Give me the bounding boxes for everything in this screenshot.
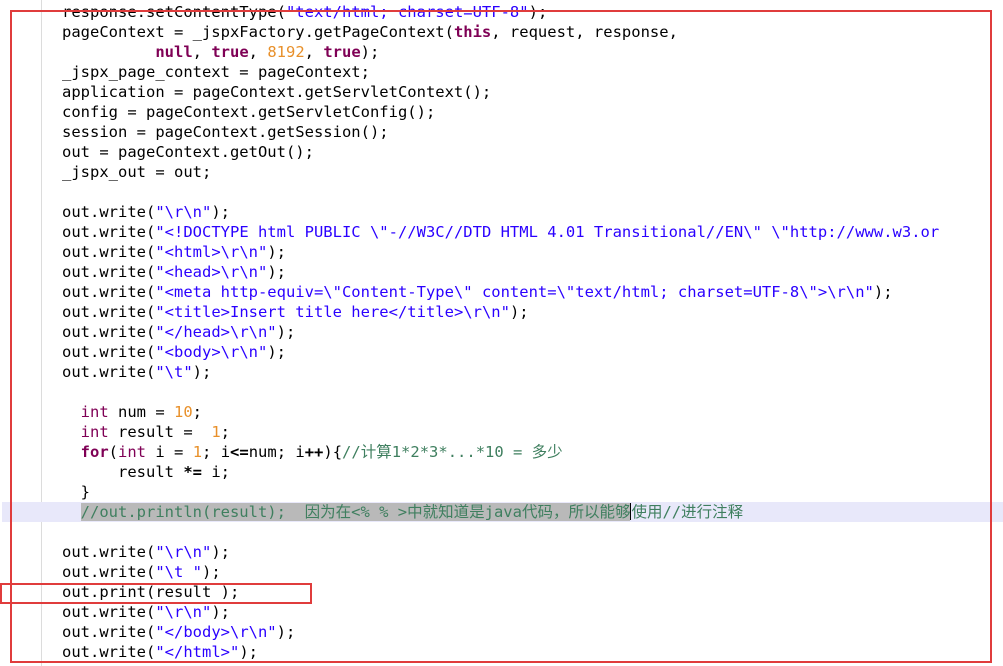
annotation-box-out-print (0, 583, 312, 604)
code-editor[interactable]: response.setContentType("text/html; char… (0, 0, 1003, 666)
annotation-box-outer (10, 10, 992, 663)
